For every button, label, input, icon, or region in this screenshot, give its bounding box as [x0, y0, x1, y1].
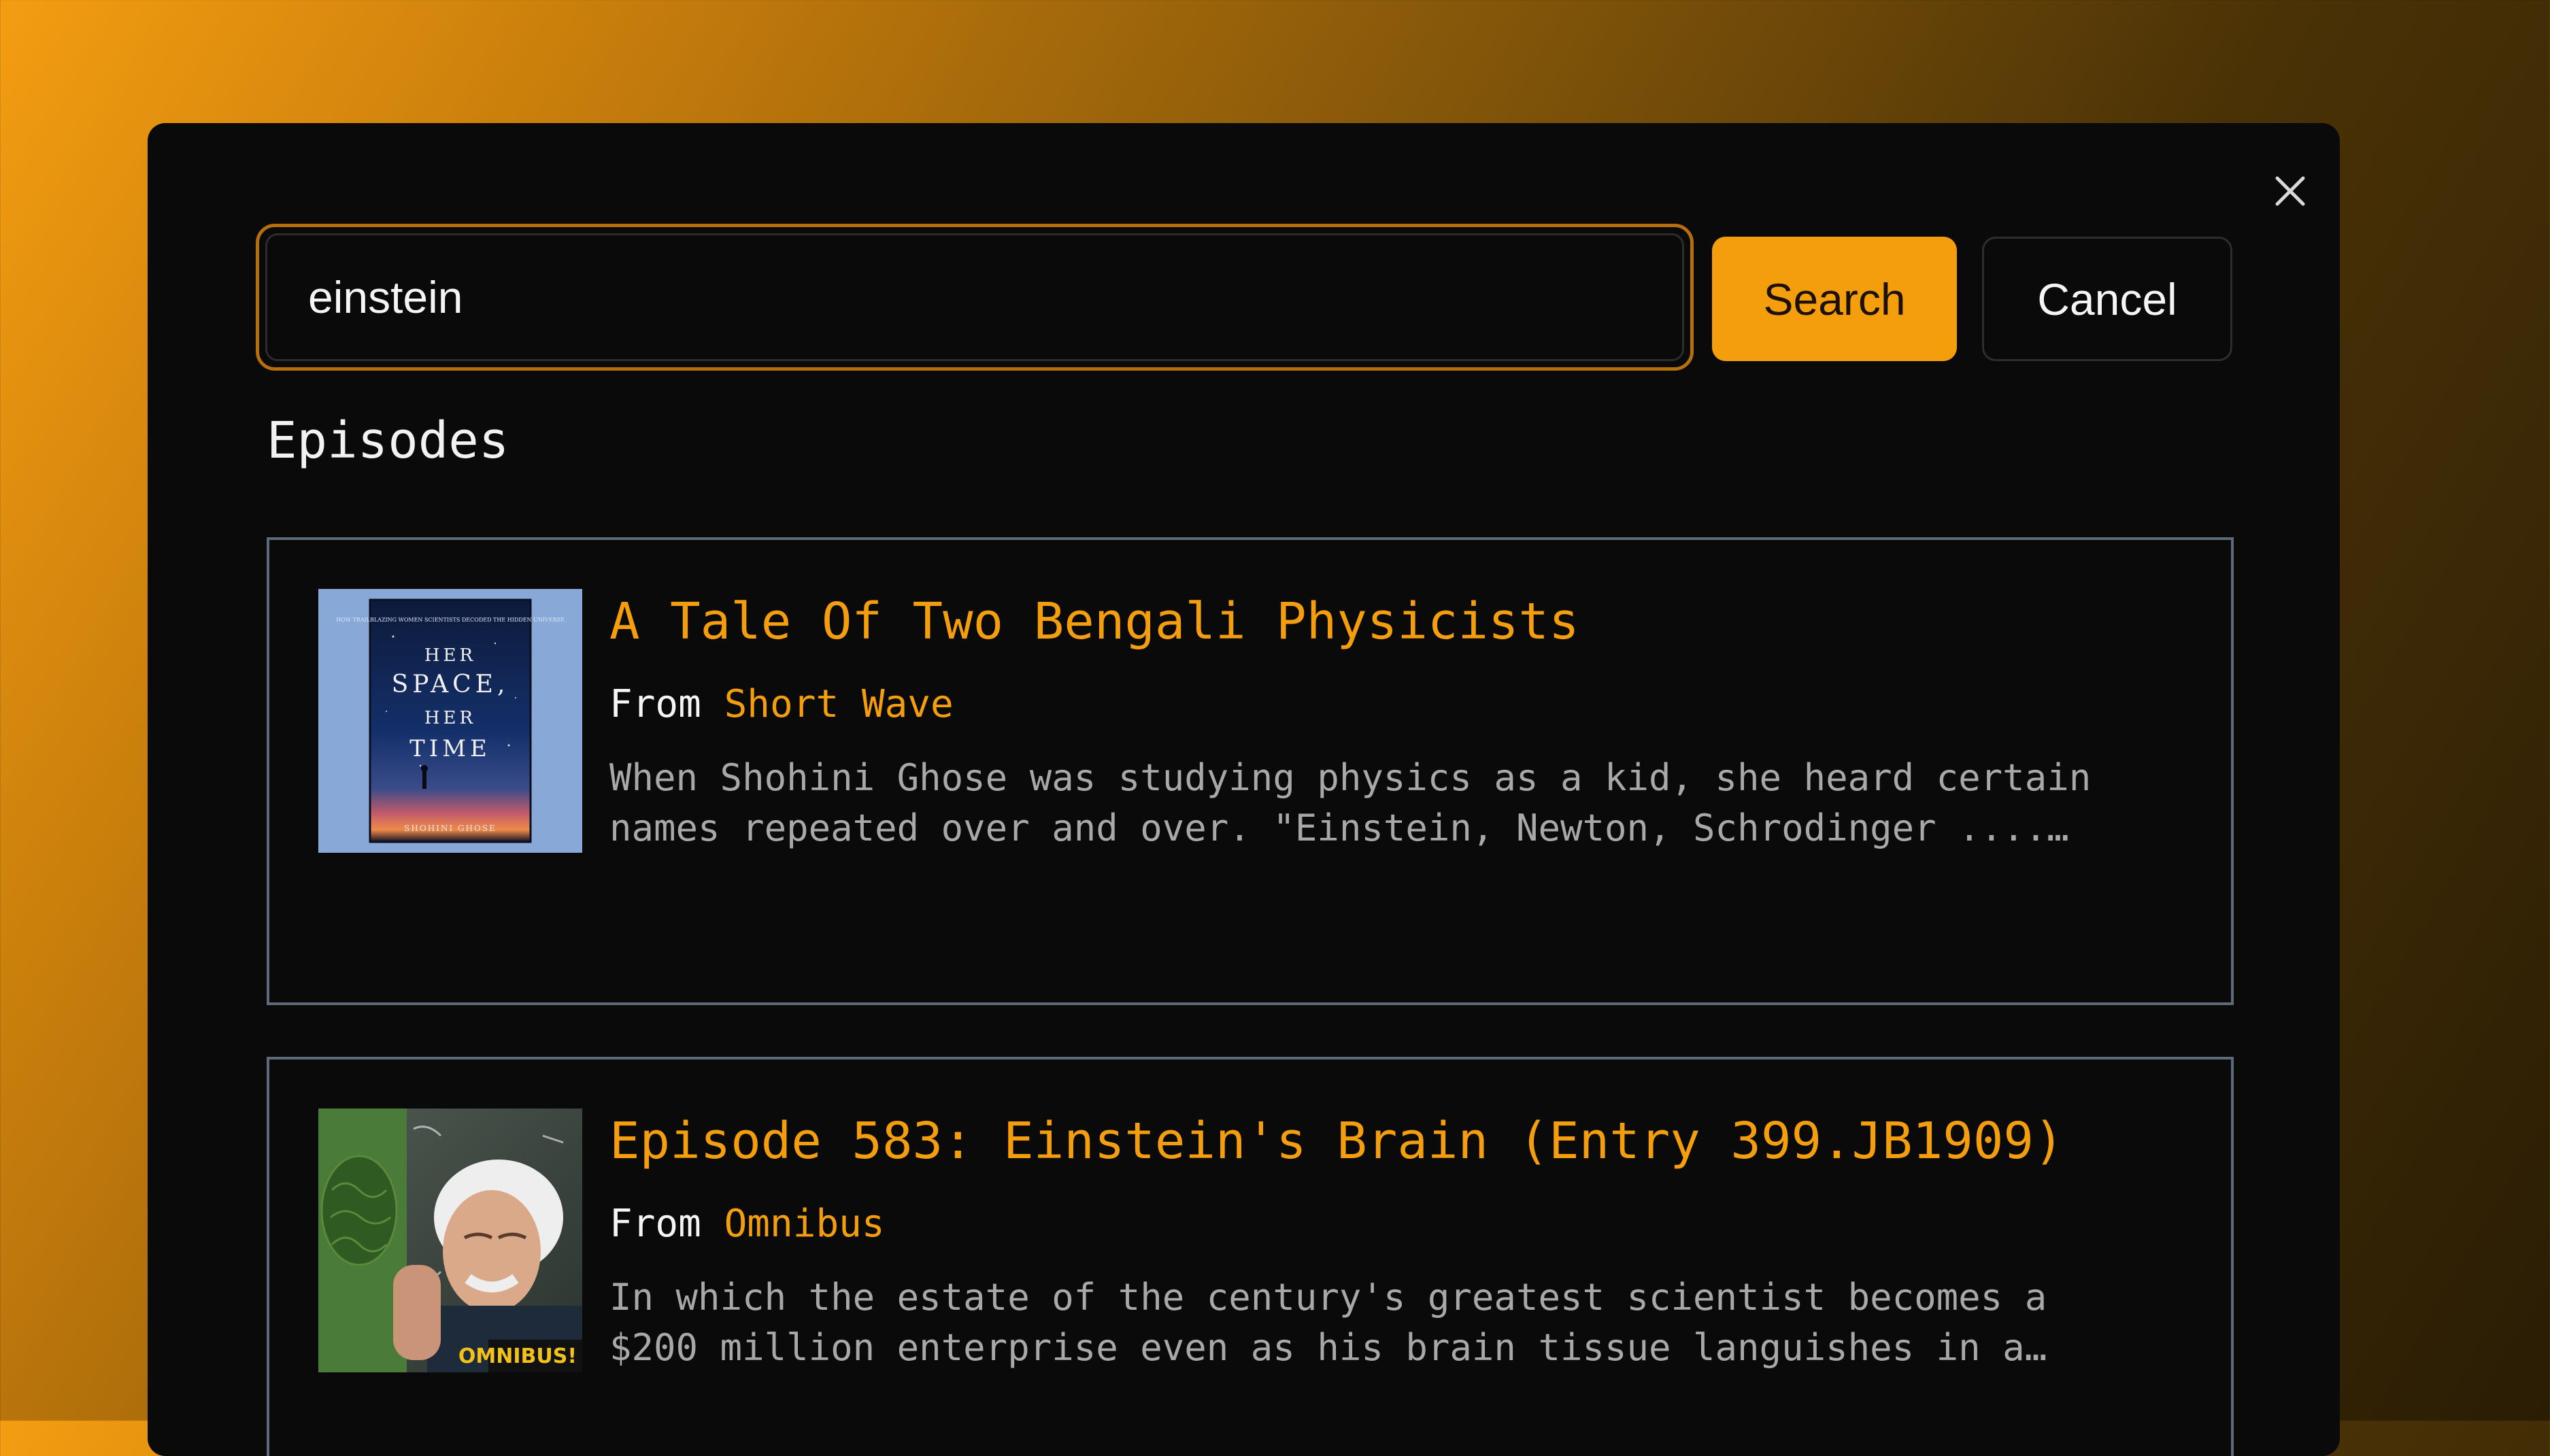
cancel-button[interactable]: Cancel — [1982, 237, 2232, 361]
episode-source: From Short Wave — [609, 683, 2190, 726]
search-field-focus-ring — [256, 224, 1694, 371]
episode-artwork: OMNIBUS! — [318, 1108, 582, 1372]
cover-author: SHOHINI GHOSE — [404, 824, 497, 833]
podcast-link[interactable]: Short Wave — [724, 682, 954, 726]
search-button[interactable]: Search — [1712, 237, 1957, 361]
close-icon — [2275, 176, 2305, 206]
episode-card[interactable]: OMNIBUS! Episode 583: Einstein's Brain (… — [267, 1057, 2234, 1456]
podcast-link[interactable]: Omnibus — [724, 1202, 885, 1246]
search-modal: Search Cancel Episodes HOW TRAIL — [148, 123, 2340, 1456]
episode-source: From Omnibus — [609, 1203, 2190, 1245]
episode-card[interactable]: HOW TRAILBLAZING WOMEN SCIENTISTS DECODE… — [267, 537, 2234, 1005]
section-title: Episodes — [267, 411, 509, 470]
episode-description: When Shohini Ghose was studying physics … — [609, 756, 2092, 849]
episode-title[interactable]: Episode 583: Einstein's Brain (Entry 399… — [609, 1113, 2190, 1169]
cover-line-4: TIME — [409, 735, 491, 762]
artwork-brand: OMNIBUS! — [458, 1344, 577, 1368]
episode-artwork: HOW TRAILBLAZING WOMEN SCIENTISTS DECODE… — [318, 589, 582, 853]
from-label: From — [609, 682, 701, 727]
search-input[interactable] — [265, 233, 1684, 361]
cover-tagline: HOW TRAILBLAZING WOMEN SCIENTISTS DECODE… — [336, 617, 565, 623]
episode-title[interactable]: A Tale Of Two Bengali Physicists — [609, 594, 2190, 649]
from-label: From — [609, 1202, 701, 1247]
cover-line-2: SPACE, — [392, 671, 509, 698]
cover-line-3: HER — [424, 708, 476, 728]
cover-line-1: HER — [424, 645, 476, 666]
episode-description: In which the estate of the century's gre… — [609, 1275, 2047, 1369]
close-button[interactable] — [2263, 164, 2317, 218]
